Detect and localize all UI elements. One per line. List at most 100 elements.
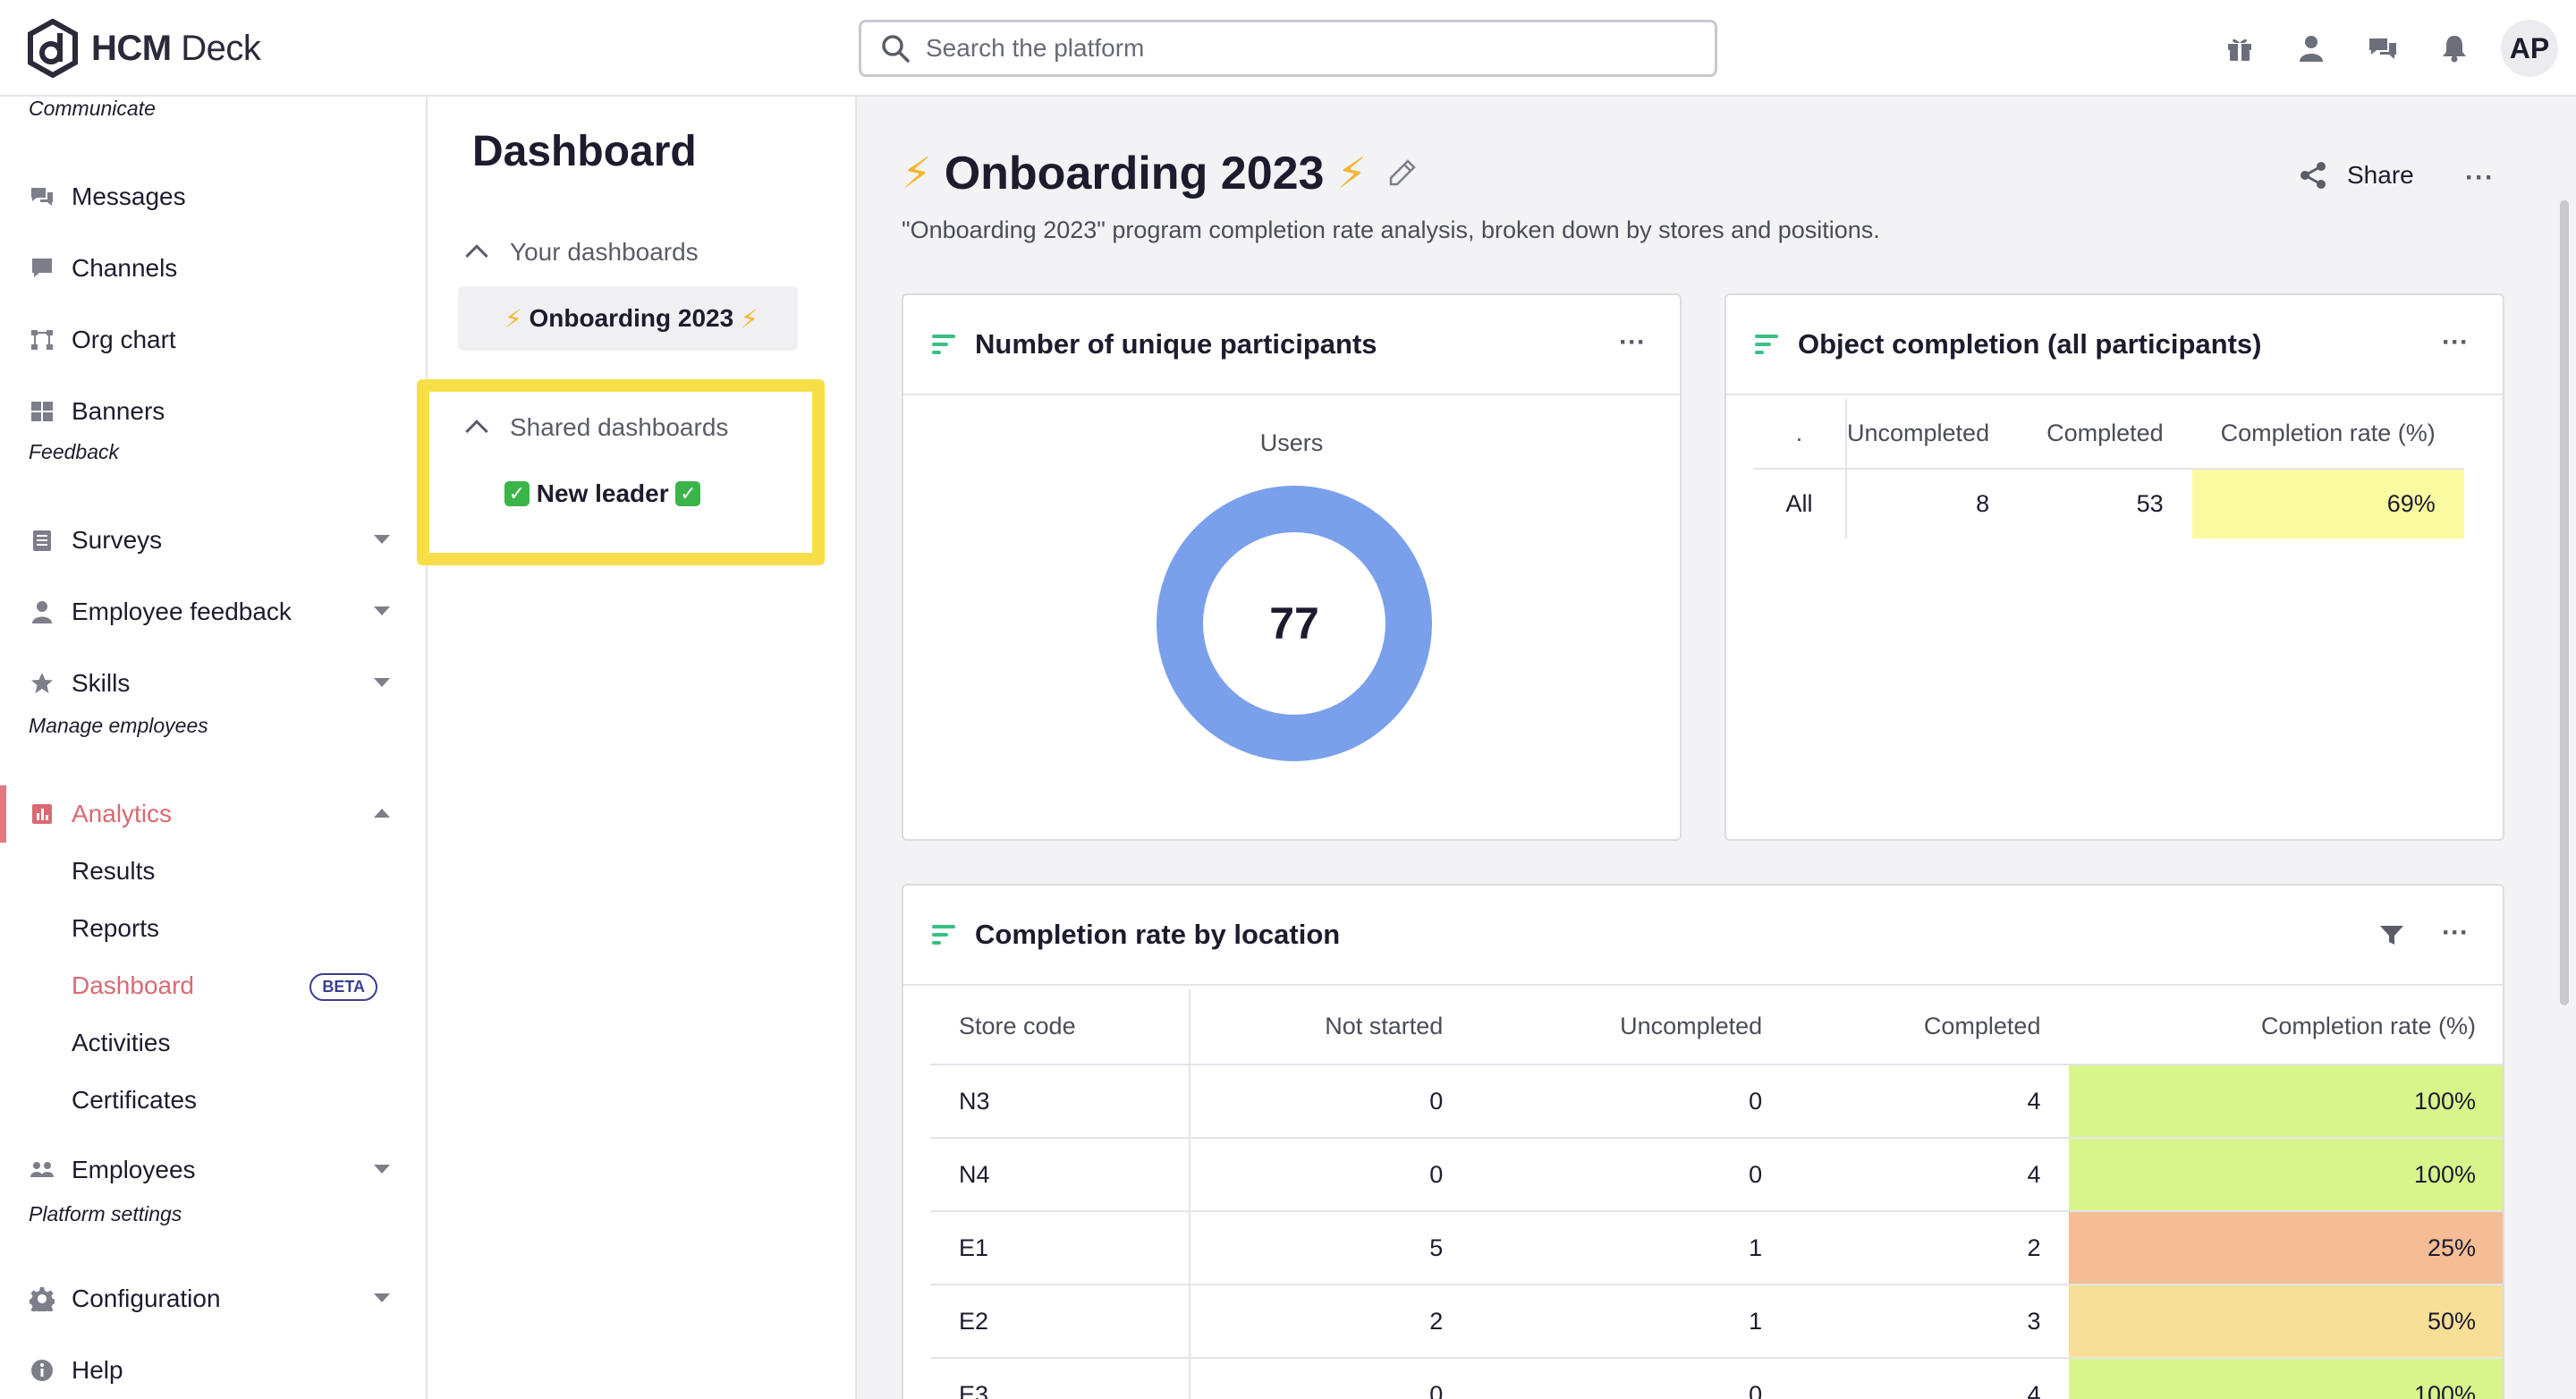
share-icon — [2301, 162, 2326, 189]
sidebar-item-label: Help — [72, 1356, 123, 1384]
header-actions: AP — [2204, 20, 2558, 77]
completion-table: . Uncompleted Completed Completion rate … — [1753, 399, 2464, 538]
widget-icon — [1755, 335, 1778, 354]
card-header: Completion rate by location — [903, 886, 2503, 986]
table-row: All 8 53 69% — [1753, 469, 2464, 538]
card-title: Completion rate by location — [975, 919, 1341, 950]
table-cell: 0 — [1190, 1138, 1472, 1212]
lightning-icon: ⚡ — [902, 150, 932, 198]
sidebar-item-label: Surveys — [72, 526, 163, 554]
table-cell: 4 — [1791, 1064, 2070, 1139]
column-header: Uncompleted — [1471, 989, 1792, 1065]
lightning-icon: ⚡ — [740, 304, 758, 333]
column-header: Completion rate (%) — [2069, 989, 2503, 1065]
sidebar-item-analytics[interactable]: Analytics — [0, 785, 426, 843]
chevron-up-icon[interactable] — [374, 809, 390, 818]
table-cell: 0 — [1471, 1138, 1792, 1212]
rate-cell: 100% — [2069, 1358, 2503, 1399]
table-cell: 5 — [1190, 1211, 1472, 1285]
table-cell: 0 — [1190, 1358, 1472, 1399]
table-cell: 53 — [2136, 490, 2164, 517]
bell-icon[interactable] — [2419, 20, 2490, 77]
column-header: Not started — [1190, 989, 1472, 1065]
sidebar-item-skills[interactable]: Skills — [0, 655, 426, 712]
table-cell: All — [1753, 469, 1847, 538]
sidebar-item-employee-feedback[interactable]: Employee feedback — [0, 583, 426, 640]
sidebar-subitem-activities[interactable]: Activities — [72, 1018, 411, 1068]
sidebar-item-employees[interactable]: Employees — [0, 1141, 426, 1199]
surveys-icon — [29, 527, 55, 554]
share-label: Share — [2347, 161, 2414, 189]
table-cell: E2 — [930, 1285, 1191, 1359]
employees-icon — [29, 1157, 55, 1183]
table-cell: E1 — [930, 1211, 1191, 1285]
chat-icon[interactable] — [2347, 20, 2419, 77]
more-options-icon[interactable]: ··· — [2442, 918, 2469, 948]
column-header: Uncompleted — [1846, 399, 2019, 470]
user-avatar[interactable]: AP — [2501, 20, 2558, 77]
sidebar-subitem-results[interactable]: Results — [72, 846, 411, 896]
sidebar-item-channels[interactable]: Channels — [0, 240, 426, 297]
sidebar-item-configuration[interactable]: Configuration — [0, 1270, 426, 1327]
star-icon — [29, 670, 55, 697]
search-input[interactable] — [926, 34, 1659, 63]
more-options-icon[interactable]: ··· — [1619, 327, 1646, 358]
table-header-row: Store code Not started Uncompleted Compl… — [930, 989, 2503, 1065]
scrollbar[interactable] — [2560, 200, 2569, 1005]
chevron-up-icon — [465, 244, 488, 267]
section-label-communicate: Communicate — [29, 97, 156, 120]
rate-cell: 69% — [2191, 469, 2464, 538]
completion-card: Object completion (all participants) ···… — [1724, 293, 2504, 841]
table-cell: 3 — [1791, 1285, 2070, 1359]
filter-icon[interactable] — [2379, 923, 2404, 953]
chart-label: Users — [1259, 429, 1324, 456]
app-logo[interactable]: HCM Deck — [27, 18, 261, 79]
more-options-icon[interactable]: ··· — [2465, 163, 2495, 193]
beta-badge: BETA — [309, 973, 377, 1001]
table-cell: N4 — [930, 1138, 1191, 1212]
donut-value: 77 — [1269, 598, 1319, 649]
analytics-icon — [29, 801, 55, 827]
chevron-down-icon[interactable] — [374, 678, 390, 687]
card-title: Number of unique participants — [975, 328, 1377, 360]
section-label-manage-employees: Manage employees — [29, 714, 208, 737]
table-body: N3 0 0 4 100% N4 0 0 4 100% E1 5 1 2 25% E2 2 1 3 50% E3 0 0 4 1… — [930, 1064, 2503, 1399]
highlight-box — [417, 379, 825, 565]
employee-feedback-icon — [29, 598, 55, 625]
card-header: Object completion (all participants) — [1726, 295, 2503, 395]
chevron-down-icon[interactable] — [374, 1165, 390, 1174]
sidebar-item-org-chart[interactable]: Org chart — [0, 311, 426, 369]
sidebar-item-banners[interactable]: Banners — [0, 383, 426, 440]
chevron-down-icon[interactable] — [374, 1293, 390, 1302]
gift-icon[interactable] — [2204, 20, 2275, 77]
table-row: E2 2 1 3 50% — [930, 1285, 2503, 1359]
sidebar-subitem-certificates[interactable]: Certificates — [72, 1075, 411, 1125]
panel-title: Dashboard — [472, 128, 697, 175]
gear-icon — [29, 1285, 55, 1312]
search-bar[interactable] — [859, 20, 1717, 77]
chevron-down-icon[interactable] — [374, 535, 390, 544]
info-icon — [29, 1357, 55, 1384]
your-dashboards-toggle[interactable]: Your dashboards — [456, 238, 699, 267]
column-header: . — [1753, 399, 1847, 470]
table-cell: 2 — [1791, 1211, 2070, 1285]
lightning-icon: ⚡ — [504, 304, 522, 333]
dashboard-item-onboarding-2023[interactable]: ⚡ Onboarding 2023 ⚡ — [458, 286, 798, 351]
location-card: Completion rate by location ··· Store co… — [902, 884, 2504, 1399]
section-label-feedback: Feedback — [29, 440, 120, 463]
table-cell: 0 — [1471, 1064, 1792, 1139]
sidebar-item-label: Analytics — [72, 800, 173, 827]
sidebar-item-surveys[interactable]: Surveys — [0, 512, 426, 569]
share-button[interactable]: Share — [2299, 161, 2414, 190]
more-options-icon[interactable]: ··· — [2442, 327, 2469, 358]
chevron-down-icon[interactable] — [374, 606, 390, 615]
sidebar-subitem-reports[interactable]: Reports — [72, 903, 411, 954]
user-icon[interactable] — [2275, 20, 2347, 77]
rate-cell: 50% — [2069, 1285, 2503, 1359]
rate-cell: 25% — [2069, 1211, 2503, 1285]
sidebar-subitem-dashboard[interactable]: Dashboard BETA — [72, 961, 411, 1011]
banners-icon — [29, 398, 55, 425]
sidebar-item-help[interactable]: Help — [0, 1342, 426, 1399]
pencil-icon[interactable] — [1379, 147, 1417, 200]
sidebar-item-messages[interactable]: Messages — [0, 168, 426, 225]
